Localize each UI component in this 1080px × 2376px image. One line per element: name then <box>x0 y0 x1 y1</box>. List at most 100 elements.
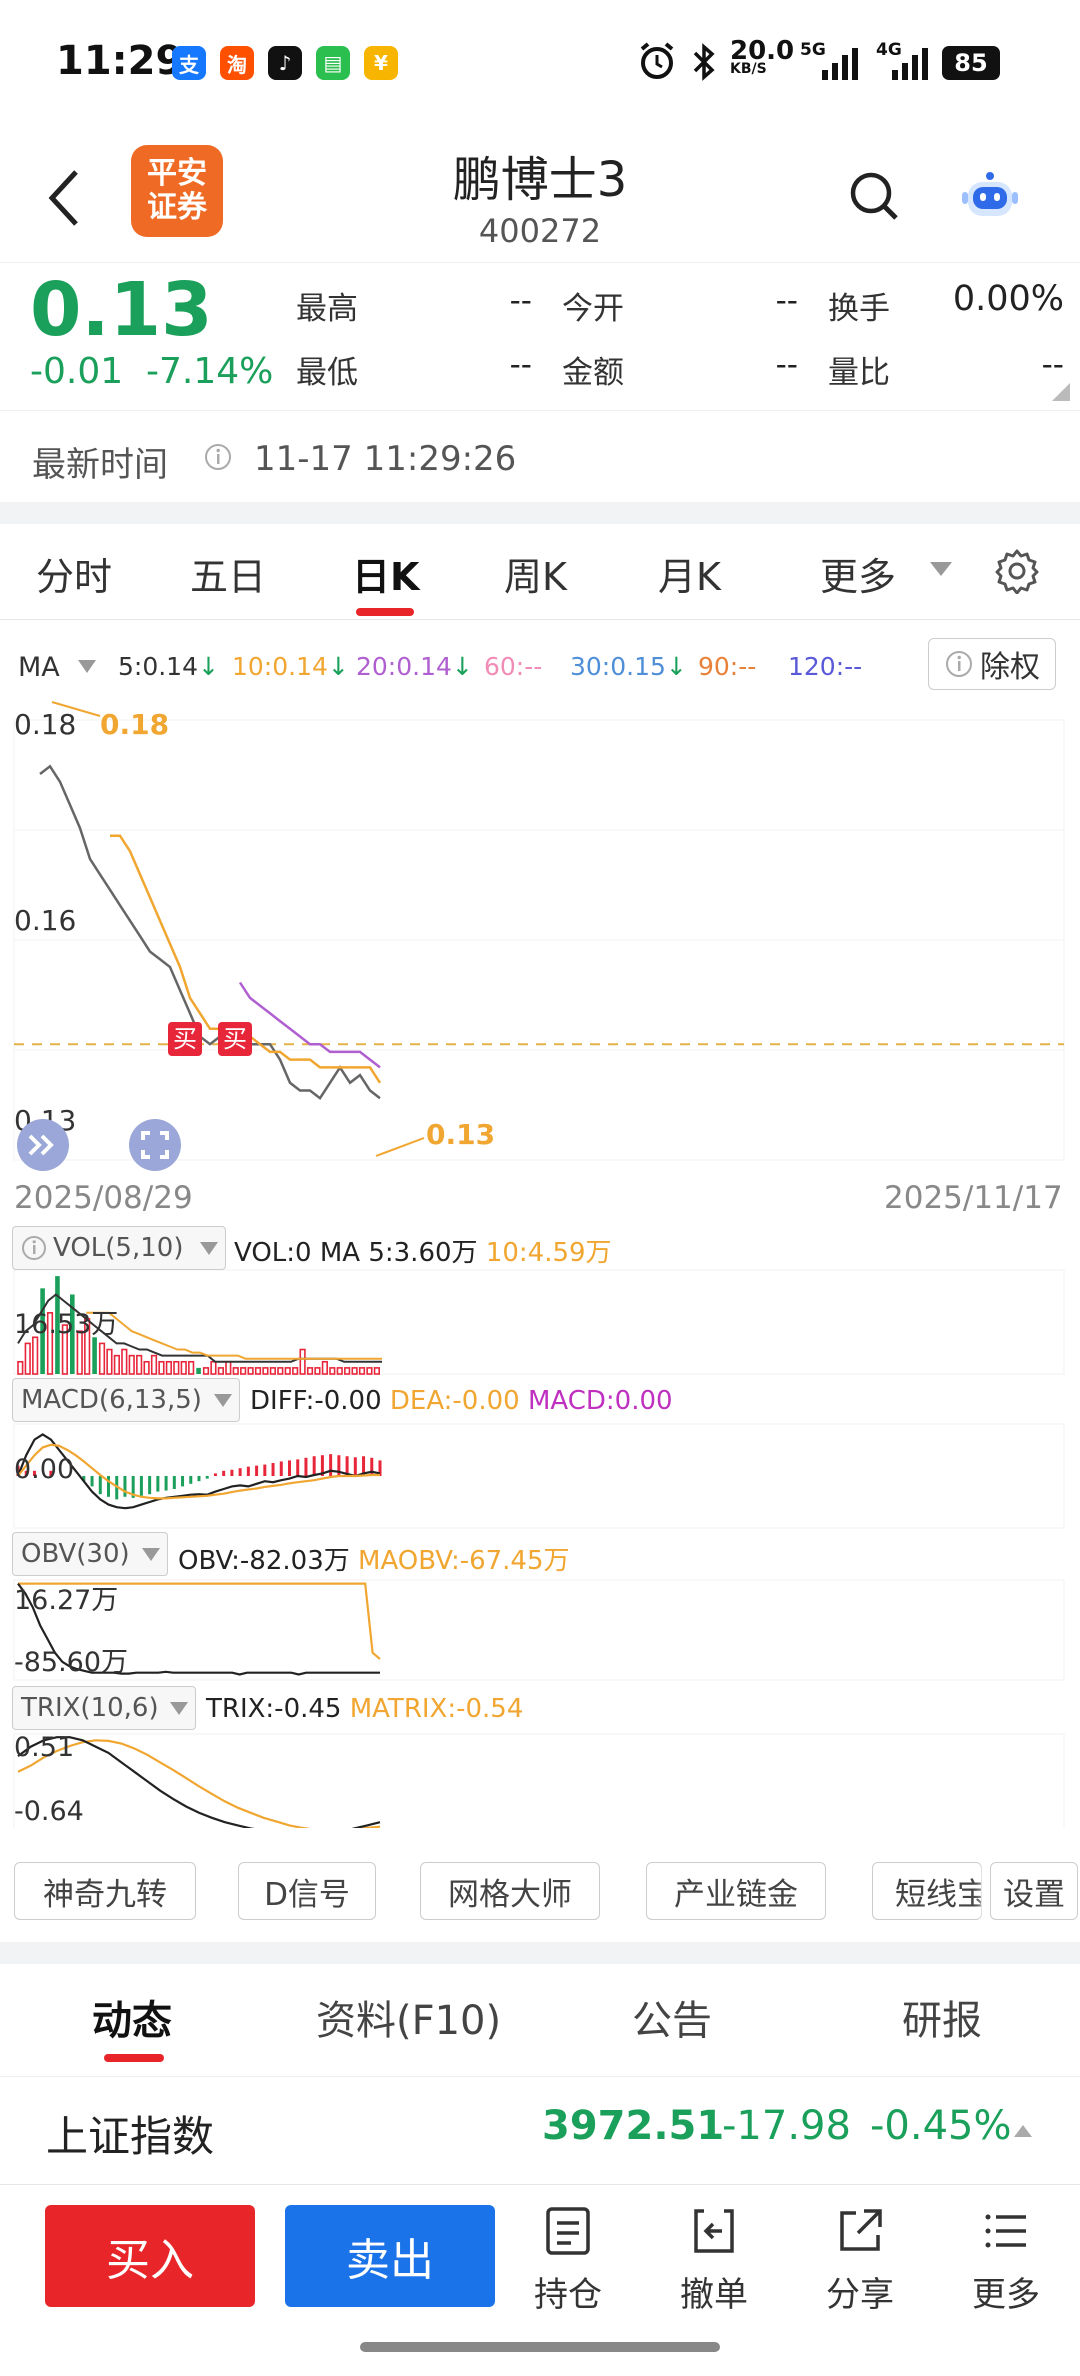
volume-bar <box>173 1360 180 1375</box>
vol-label: VOL(5,10) <box>53 1233 184 1263</box>
tab-research[interactable]: 研报 <box>902 1988 982 2046</box>
ai-assistant-icon[interactable] <box>960 170 1020 222</box>
ma-item-value: 120:-- <box>788 652 863 681</box>
vol-indicator-selector[interactable]: VOL(5,10) <box>12 1226 226 1270</box>
expand-corner-icon[interactable] <box>1050 381 1072 403</box>
tab-daily-k[interactable]: 日K <box>352 546 419 601</box>
gear-icon[interactable] <box>994 548 1040 594</box>
tab-f10[interactable]: 资料(F10) <box>316 1988 501 2046</box>
ma-item: 60:-- <box>484 652 542 681</box>
stat-label-low: 最低 <box>296 355 358 391</box>
buy-signal-marker[interactable]: 买 <box>168 1022 202 1056</box>
date-start: 2025/08/29 <box>14 1180 193 1216</box>
cancel-order-button[interactable]: 撤单 <box>666 2205 762 2316</box>
chevron-down-icon[interactable] <box>212 1392 234 1410</box>
update-time-value: 11-17 11:29:26 <box>254 439 517 479</box>
chart-panel-frame <box>13 1269 1065 1375</box>
share-icon <box>840 2209 882 2251</box>
home-indicator[interactable] <box>360 2342 720 2352</box>
tab-more[interactable]: 更多 <box>820 546 896 601</box>
pill-settings[interactable]: 设置 <box>990 1862 1078 1920</box>
stat-label-high: 最高 <box>296 291 358 327</box>
maobv-value: MAOBV:-67.45万 <box>358 1546 570 1576</box>
buy-signal-marker[interactable]: 买 <box>218 1022 252 1056</box>
status-bar: 11:29 支淘 ♪ ▤ ¥ 20.0 KB/S 5G 4G 85 <box>0 0 1080 120</box>
search-icon[interactable] <box>848 170 900 222</box>
volume-bar <box>128 1354 135 1375</box>
obv-y-label-bottom: -85.60万 <box>14 1647 129 1678</box>
fast-forward-icon[interactable] <box>16 1118 70 1172</box>
volume-bar <box>136 1354 143 1375</box>
section-divider <box>0 1942 1080 1964</box>
chevron-down-icon[interactable] <box>168 1700 190 1718</box>
tab-monthly-k[interactable]: 月K <box>658 546 721 601</box>
ex-rights-label: 除权 <box>980 650 1040 685</box>
chevron-up-icon[interactable] <box>1012 2123 1034 2139</box>
vol-ma5: MA 5:3.60万 <box>319 1238 478 1268</box>
pill-d-signal[interactable]: D信号 <box>238 1862 376 1920</box>
tab-intraday[interactable]: 分时 <box>36 546 112 601</box>
pill-magic-nine[interactable]: 神奇九转 <box>14 1862 196 1920</box>
cancel-order-icon <box>694 2209 734 2253</box>
ma-item-value: 30:0.15 <box>570 652 666 681</box>
holdings-button[interactable]: 持仓 <box>520 2205 616 2316</box>
share-button[interactable]: 分享 <box>812 2205 908 2316</box>
ma-item-value: 60:-- <box>484 652 543 681</box>
ma-dropdown-icon[interactable] <box>76 658 98 676</box>
macd-value: MACD:0.00 <box>527 1386 673 1416</box>
chevron-down-icon[interactable] <box>198 1240 220 1258</box>
ma-trend-arrow: ↓ <box>198 652 219 681</box>
buy-button[interactable]: 买入 <box>45 2205 255 2307</box>
messages-icon: ▤ <box>316 46 350 80</box>
tab-announcements[interactable]: 公告 <box>632 1988 712 2046</box>
matrix-value: MATRIX:-0.54 <box>349 1694 524 1724</box>
chevron-down-icon[interactable] <box>140 1546 162 1564</box>
sell-button[interactable]: 卖出 <box>285 2205 495 2307</box>
stat-value-amount: -- <box>775 347 798 383</box>
active-content-tab-indicator <box>104 2054 164 2062</box>
active-tab-indicator <box>356 608 414 616</box>
info-icon <box>22 1236 46 1260</box>
ma-item-value: 90:-- <box>698 652 757 681</box>
volume-bar <box>165 1360 172 1375</box>
ma-selector[interactable]: MA <box>18 652 60 683</box>
volume-bar <box>24 1342 31 1375</box>
index-name: 上证指数 <box>46 2112 215 2161</box>
volume-bar <box>92 1337 97 1374</box>
holdings-label: 持仓 <box>534 2275 602 2315</box>
vol-ma10-line <box>86 1311 382 1360</box>
holdings-icon <box>546 2207 590 2255</box>
pill-industry-chain[interactable]: 产业链金 <box>646 1862 826 1920</box>
ma-item: 90:-- <box>698 652 756 681</box>
pill-grid-master[interactable]: 网格大师 <box>420 1862 600 1920</box>
volume-bar <box>292 1367 299 1375</box>
signal-icon-2 <box>892 48 928 80</box>
stat-label-amount: 金额 <box>562 355 624 391</box>
tab-news[interactable]: 动态 <box>92 1988 172 2046</box>
index-ticker[interactable]: 上证指数 3972.51 -17.98 -0.45% <box>0 2076 1080 2184</box>
volume-bar <box>269 1367 276 1375</box>
pill-short-term[interactable]: 短线宝 <box>872 1862 982 1920</box>
tab-five-day[interactable]: 五日 <box>190 546 266 601</box>
ex-rights-button[interactable]: 除权 <box>928 638 1056 690</box>
volume-bar <box>98 1342 106 1375</box>
info-icon[interactable] <box>204 443 232 471</box>
quote-panel: 0.13 -0.01 -7.14% 最高 -- 今开 -- 换手 0.00% 最… <box>0 262 1080 410</box>
stat-value-open: -- <box>775 283 798 319</box>
chevron-down-icon[interactable] <box>928 560 954 580</box>
trix-label: TRIX(10,6) <box>21 1693 159 1723</box>
volume-bar <box>329 1367 336 1375</box>
max-price-label: 0.18 <box>100 708 170 741</box>
stat-value-volume-ratio: -- <box>1041 347 1064 383</box>
macd-indicator-selector[interactable]: MACD(6,13,5) <box>12 1378 240 1422</box>
obv-y-label-top: 16.27万 <box>14 1585 119 1616</box>
more-button[interactable]: 更多 <box>958 2205 1054 2316</box>
index-change: -17.98 <box>722 2103 851 2149</box>
fullscreen-icon[interactable] <box>128 1118 182 1172</box>
net-speed: 20.0 KB/S <box>730 38 794 76</box>
stat-label-turnover: 换手 <box>828 291 890 327</box>
macd-diff: DIFF:-0.00 <box>250 1386 382 1416</box>
macd-label: MACD(6,13,5) <box>21 1385 202 1415</box>
tab-weekly-k[interactable]: 周K <box>504 546 567 601</box>
vol-ma10: 10:4.59万 <box>485 1238 612 1268</box>
